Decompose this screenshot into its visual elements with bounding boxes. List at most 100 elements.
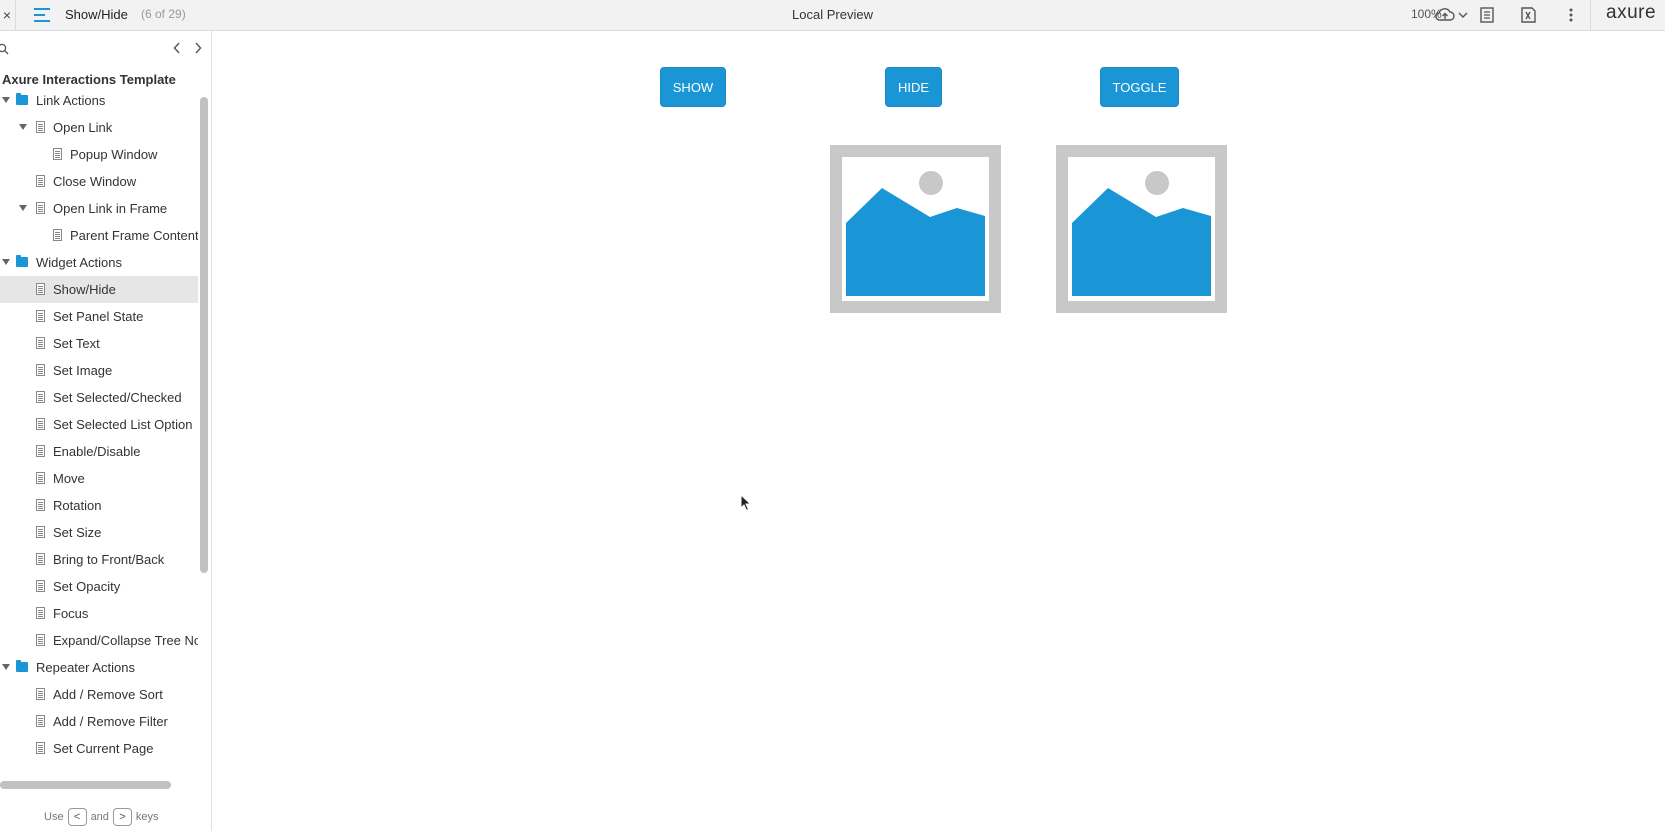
caret-down-icon[interactable] <box>2 97 10 103</box>
sitemap-page[interactable]: Close Window <box>0 168 198 195</box>
previous-page-icon[interactable] <box>170 41 184 55</box>
more-options-icon[interactable] <box>1560 5 1582 25</box>
next-page-icon[interactable] <box>191 41 205 55</box>
sitemap-page[interactable]: Open Link <box>0 114 198 141</box>
page-icon <box>36 580 45 592</box>
sitemap-item-label: Add / Remove Filter <box>53 714 168 729</box>
folder-icon <box>16 93 28 105</box>
page-icon <box>36 202 45 214</box>
page-icon <box>36 445 45 457</box>
notes-icon[interactable] <box>1476 5 1498 25</box>
page-icon <box>36 634 45 646</box>
page-icon <box>36 418 45 430</box>
sitemap-tree: Link Actions Open Link Popup Window Close W… <box>0 87 198 767</box>
sitemap-page[interactable]: Set Panel State <box>0 303 198 330</box>
sitemap-item-label: Set Panel State <box>53 309 144 324</box>
page-icon <box>36 472 45 484</box>
sitemap-page[interactable]: Set Opacity <box>0 573 198 600</box>
landscape-image-icon <box>846 171 985 296</box>
page-icon <box>36 310 45 322</box>
sitemap-page[interactable]: Parent Frame Content <box>0 222 198 249</box>
sitemap-page[interactable]: Focus <box>0 600 198 627</box>
sitemap-menu-icon[interactable] <box>30 5 54 25</box>
image-placeholder-inner <box>1068 157 1215 301</box>
sitemap-page[interactable]: Show/Hide <box>0 276 198 303</box>
sitemap-page[interactable]: Set Size <box>0 519 198 546</box>
sitemap-item-label: Set Text <box>53 336 100 351</box>
sitemap-page[interactable]: Bring to Front/Back <box>0 546 198 573</box>
toggle-button[interactable]: TOGGLE <box>1100 67 1179 107</box>
sitemap-item-label: Link Actions <box>36 93 106 108</box>
sitemap-item-label: Expand/Collapse Tree Node <box>53 633 198 648</box>
sitemap-search-row <box>0 31 211 65</box>
folder-icon <box>16 255 28 267</box>
current-page-name: Show/Hide <box>65 7 128 22</box>
hint-and: and <box>90 811 109 823</box>
sitemap-page[interactable]: Popup Window <box>0 141 198 168</box>
page-icon <box>36 607 45 619</box>
image-placeholder-inner <box>842 157 989 301</box>
sitemap-panel: Axure Interactions Template Link Actions… <box>0 31 212 831</box>
sitemap-page[interactable]: Set Selected/Checked <box>0 384 198 411</box>
page-icon <box>36 283 45 295</box>
sitemap-page[interactable]: Rotation <box>0 492 198 519</box>
sitemap-page[interactable]: Set Selected List Option <box>0 411 198 438</box>
image-placeholder-2 <box>1056 145 1227 313</box>
caret-down-icon[interactable] <box>19 205 27 211</box>
sitemap-item-label: Move <box>53 471 85 486</box>
sitemap-item-label: Set Current Page <box>53 741 154 756</box>
landscape-image-icon <box>1072 171 1211 296</box>
sitemap-folder[interactable]: Repeater Actions <box>0 654 198 681</box>
inspect-icon[interactable] <box>1517 5 1539 25</box>
sitemap-page[interactable]: Add / Remove Sort <box>0 681 198 708</box>
sitemap-page[interactable]: Move <box>0 465 198 492</box>
axure-logo: axure <box>1606 2 1657 23</box>
vertical-scrollbar[interactable] <box>200 97 208 573</box>
page-icon <box>36 715 45 727</box>
sitemap-page[interactable]: Set Current Page <box>0 735 198 762</box>
sitemap-item-label: Set Selected List Option <box>53 417 193 432</box>
sitemap-page[interactable]: Open Link in Frame <box>0 195 198 222</box>
page-icon <box>36 175 45 187</box>
project-title: Axure Interactions Template <box>2 72 176 87</box>
page-icon <box>53 229 62 241</box>
show-button[interactable]: SHOW <box>660 67 726 107</box>
page-icon <box>53 148 62 160</box>
sitemap-folder[interactable]: Widget Actions <box>0 249 198 276</box>
horizontal-scrollbar[interactable] <box>0 781 171 789</box>
caret-down-icon[interactable] <box>2 664 10 670</box>
sitemap-item-label: Close Window <box>53 174 137 189</box>
caret-down-icon[interactable] <box>2 259 10 265</box>
close-icon[interactable]: × <box>0 0 14 30</box>
page-count: (6 of 29) <box>141 7 186 21</box>
sitemap-item-label: Add / Remove Sort <box>53 687 163 702</box>
page-icon <box>36 553 45 565</box>
sitemap-item-label: Show/Hide <box>53 282 116 297</box>
sitemap-page[interactable]: Add / Remove Filter <box>0 708 198 735</box>
sitemap-item-label: Set Opacity <box>53 579 121 594</box>
top-toolbar: × Show/Hide (6 of 29) Local Preview 100%… <box>0 0 1665 31</box>
sitemap-page[interactable]: Enable/Disable <box>0 438 198 465</box>
sitemap-page[interactable]: Set Image <box>0 357 198 384</box>
caret-down-icon[interactable] <box>19 124 27 130</box>
hint-keys: keys <box>135 811 159 823</box>
divider <box>1590 0 1591 30</box>
sitemap-item-label: Rotation <box>53 498 102 513</box>
page-icon <box>36 688 45 700</box>
sitemap-item-label: Set Size <box>53 525 102 540</box>
divider <box>15 0 16 30</box>
page-icon <box>36 364 45 376</box>
sitemap-page[interactable]: Expand/Collapse Tree Node <box>0 627 198 654</box>
sitemap-folder[interactable]: Link Actions <box>0 87 198 114</box>
sitemap-item-label: Set Selected/Checked <box>53 390 182 405</box>
keyboard-hint: Use < and > keys <box>44 808 159 826</box>
sitemap-item-label: Popup Window <box>70 147 158 162</box>
sitemap-item-label: Parent Frame Content <box>70 228 198 243</box>
sitemap-item-label: Set Image <box>53 363 113 378</box>
page-icon <box>36 526 45 538</box>
search-icon[interactable] <box>0 42 9 60</box>
hide-button[interactable]: HIDE <box>885 67 942 107</box>
sitemap-page[interactable]: Set Text <box>0 330 198 357</box>
chevron-down-icon[interactable] <box>1452 5 1474 25</box>
page-icon <box>36 337 45 349</box>
